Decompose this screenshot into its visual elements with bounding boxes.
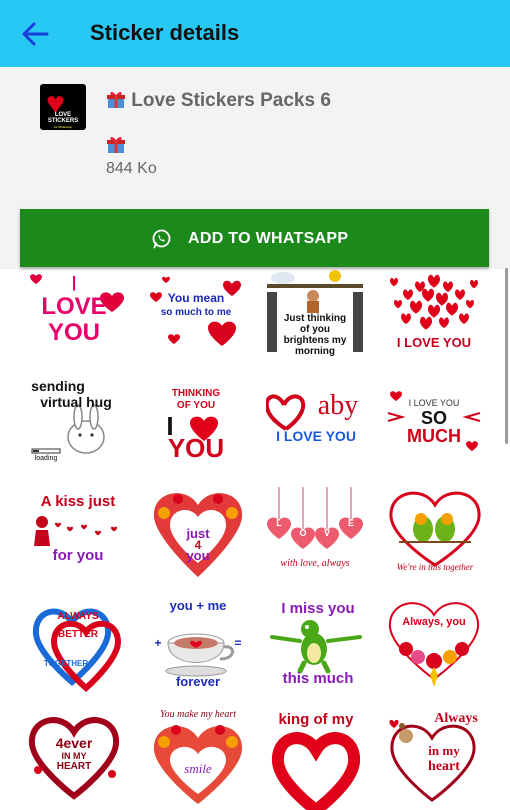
heart-icon [459, 313, 469, 324]
sticker-text: You make my heart [159, 709, 236, 720]
heart-icon [436, 292, 448, 306]
sticker-text: I miss you [281, 600, 355, 617]
sticker-text: OF YOU [176, 400, 216, 411]
sticker-text: king of my [278, 711, 354, 728]
sticker-text: you [186, 548, 210, 563]
sticker-text: Just thinking [283, 313, 347, 324]
sticker-you-make-my-heart-smile[interactable]: You make my heart smile [148, 708, 248, 808]
sticker-i-love-you-so-much[interactable]: I LOVE YOU SO MUCH [384, 385, 484, 485]
sticker-text: I LOVE YOU [276, 428, 356, 444]
heart-icon [401, 313, 411, 324]
sticker-text: 4ever [55, 735, 93, 751]
sticker-text: ALWAYS [57, 611, 99, 622]
sticker-text: TOGETHER [43, 659, 89, 668]
sticker-always-in-my-heart[interactable]: Always in my heart [388, 710, 488, 810]
heart-icon [439, 317, 449, 328]
sticker-text: Always [434, 711, 478, 726]
back-arrow-icon[interactable] [20, 20, 50, 48]
pack-name-row: Love Stickers Packs 6 [106, 89, 331, 112]
add-to-whatsapp-label: ADD TO WHATSAPP [188, 230, 349, 247]
heart-icon [446, 302, 458, 316]
sticker-you-mean-so-much[interactable]: You mean so much to me [146, 270, 246, 370]
sticker-text: YOU [167, 433, 225, 463]
sticker-just-4-you[interactable]: just 4 you [148, 487, 248, 587]
sticker-text: I [70, 271, 78, 296]
sticker-text: heart [428, 759, 460, 774]
sticker-thinking-of-you[interactable]: THINKING OF YOU I YOU [146, 383, 246, 483]
sticker-just-thinking-of-you[interactable]: Just thinking of you brightens my mornin… [265, 270, 365, 370]
sticker-always-better-together[interactable]: ALWAYS BETTER TOGETHER [28, 600, 128, 700]
sticker-i-love-you[interactable]: I LOVE YOU [24, 270, 124, 370]
sticker-text: I LOVE YOU [396, 335, 472, 350]
sticker-text: loading [34, 455, 58, 462]
sticker-text: BETTER [58, 629, 98, 640]
heart-icon [394, 299, 402, 309]
sticker-with-love-always[interactable]: L O V E with love, always [265, 487, 365, 587]
tray-sublabel: for WhatsApp [53, 125, 73, 129]
tray-label: LOVE STICKERS [47, 112, 79, 124]
heart-icon [390, 277, 398, 287]
gift-icon [106, 89, 126, 109]
sticker-baby-i-love-you[interactable]: aby I LOVE YOU [266, 383, 366, 483]
gift-icon [106, 134, 126, 154]
sticker-text: of you [300, 324, 330, 335]
sticker-text: aby [317, 390, 359, 421]
heart-icon [428, 274, 440, 288]
sticker-text: MUCH [407, 426, 461, 446]
sticker-text: so much to me [160, 307, 232, 318]
tray-icon-image: ♥ LOVE STICKERS for WhatsApp [40, 84, 86, 130]
sticker-text: LOVE [41, 293, 107, 320]
sticker-were-in-this-together[interactable]: We're in this together [385, 487, 485, 587]
sticker-sending-virtual-hug[interactable]: sending virtual hug loading [28, 375, 128, 475]
heart-icon [455, 289, 465, 300]
sticker-text: A kiss just [40, 493, 116, 510]
pack-size: 844 Ko [106, 160, 157, 177]
sticker-i-miss-you-this-much[interactable]: I miss you this much [268, 597, 368, 697]
whatsapp-icon [152, 229, 171, 249]
sticker-4ever-in-my-heart[interactable]: 4ever IN MY HEART [28, 710, 128, 810]
sticker-text: sending [31, 378, 85, 394]
heart-icon [428, 304, 440, 318]
heart-icon [410, 300, 422, 314]
sticker-text: forever [175, 674, 221, 689]
sticker-you-plus-me-forever[interactable]: you + me + = forever [148, 597, 248, 697]
heart-icon [420, 316, 432, 330]
page-title: Sticker details [90, 20, 240, 45]
heart-icon [443, 281, 453, 292]
sticker-text: = [234, 636, 242, 650]
sticker-text: brightens my [283, 335, 347, 346]
sticker-text: smile [184, 761, 212, 776]
sticker-always-you[interactable]: Always, you [384, 597, 484, 697]
scrollbar[interactable] [505, 268, 508, 444]
heart-icon [470, 279, 478, 289]
heart-icon [422, 288, 434, 302]
sticker-text: with love, always [280, 558, 350, 569]
sticker-i-love-you-hearts[interactable]: I LOVE YOU [384, 270, 484, 370]
sticker-text: HEART [56, 761, 92, 772]
sticker-king-of-my-heart[interactable]: king of my [266, 710, 366, 810]
sticker-text: Always, you [402, 616, 466, 628]
sticker-text: We're in this together [396, 562, 474, 572]
heart-icon [403, 289, 413, 300]
sticker-text: for you [52, 547, 104, 564]
sticker-text: THINKING [171, 388, 221, 399]
heart-icon [466, 299, 474, 309]
sticker-text: this much [282, 670, 354, 687]
pack-name: Love Stickers Packs 6 [131, 90, 331, 111]
sticker-a-kiss-just-for-you[interactable]: A kiss just for you [28, 488, 128, 588]
sticker-text: you + me [169, 598, 227, 613]
sticker-text: V [323, 528, 330, 538]
sticker-text: You mean [167, 291, 225, 305]
sticker-text: morning [295, 346, 335, 357]
sticker-text: in my [428, 743, 460, 758]
sticker-text: virtual hug [40, 394, 112, 410]
sticker-text: E [347, 518, 354, 528]
sticker-text: YOU [47, 319, 100, 346]
app-bar: Sticker details [0, 0, 510, 67]
